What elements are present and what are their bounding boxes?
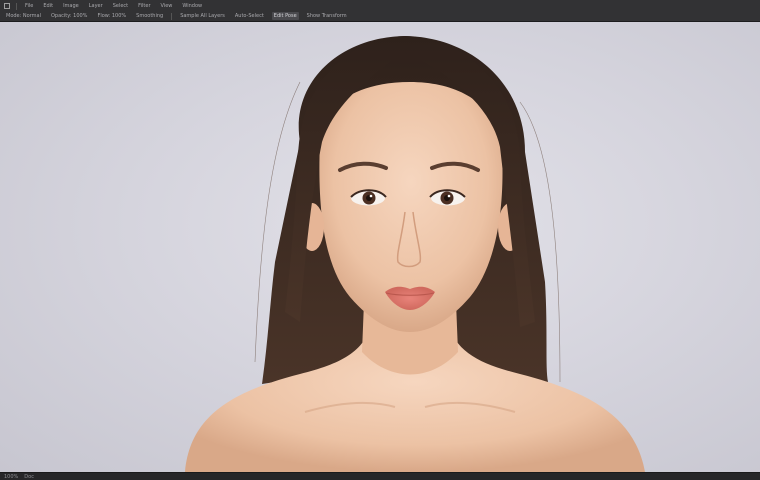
menu-filter[interactable]: Filter [136,2,152,10]
zoom-level[interactable]: 100% [4,474,18,480]
document-canvas[interactable] [0,22,760,472]
menu-image[interactable]: Image [61,2,81,10]
menu-file[interactable]: File [23,2,35,10]
portrait-image [185,36,645,472]
show-transform-toggle[interactable]: Show Transform [305,12,349,20]
separator [171,12,173,20]
edit-pose-button[interactable]: Edit Pose [271,12,299,20]
menu-layer[interactable]: Layer [87,2,105,10]
menu-view[interactable]: View [159,2,175,10]
menu-row: File Edit Image Layer Select Filter View… [0,1,760,11]
flow-field[interactable]: Flow: 100% [95,12,128,20]
status-bar: 100% Doc [0,472,760,480]
menu-select[interactable]: Select [111,2,130,10]
opacity-field[interactable]: Opacity: 100% [49,12,89,20]
auto-select-toggle[interactable]: Auto-Select [233,12,266,20]
sample-all-layers-toggle[interactable]: Sample All Layers [178,12,227,20]
doc-info: Doc [24,473,34,480]
options-toolbar: File Edit Image Layer Select Filter View… [0,0,760,22]
mode-select[interactable]: Mode: Normal [4,12,43,20]
menu-window[interactable]: Window [180,2,204,10]
app-menu-icon[interactable] [4,3,10,9]
separator [16,2,17,10]
menu-edit[interactable]: Edit [41,2,55,10]
smoothing-field[interactable]: Smoothing [134,12,165,20]
options-row: Mode: Normal Opacity: 100% Flow: 100% Sm… [0,11,760,21]
